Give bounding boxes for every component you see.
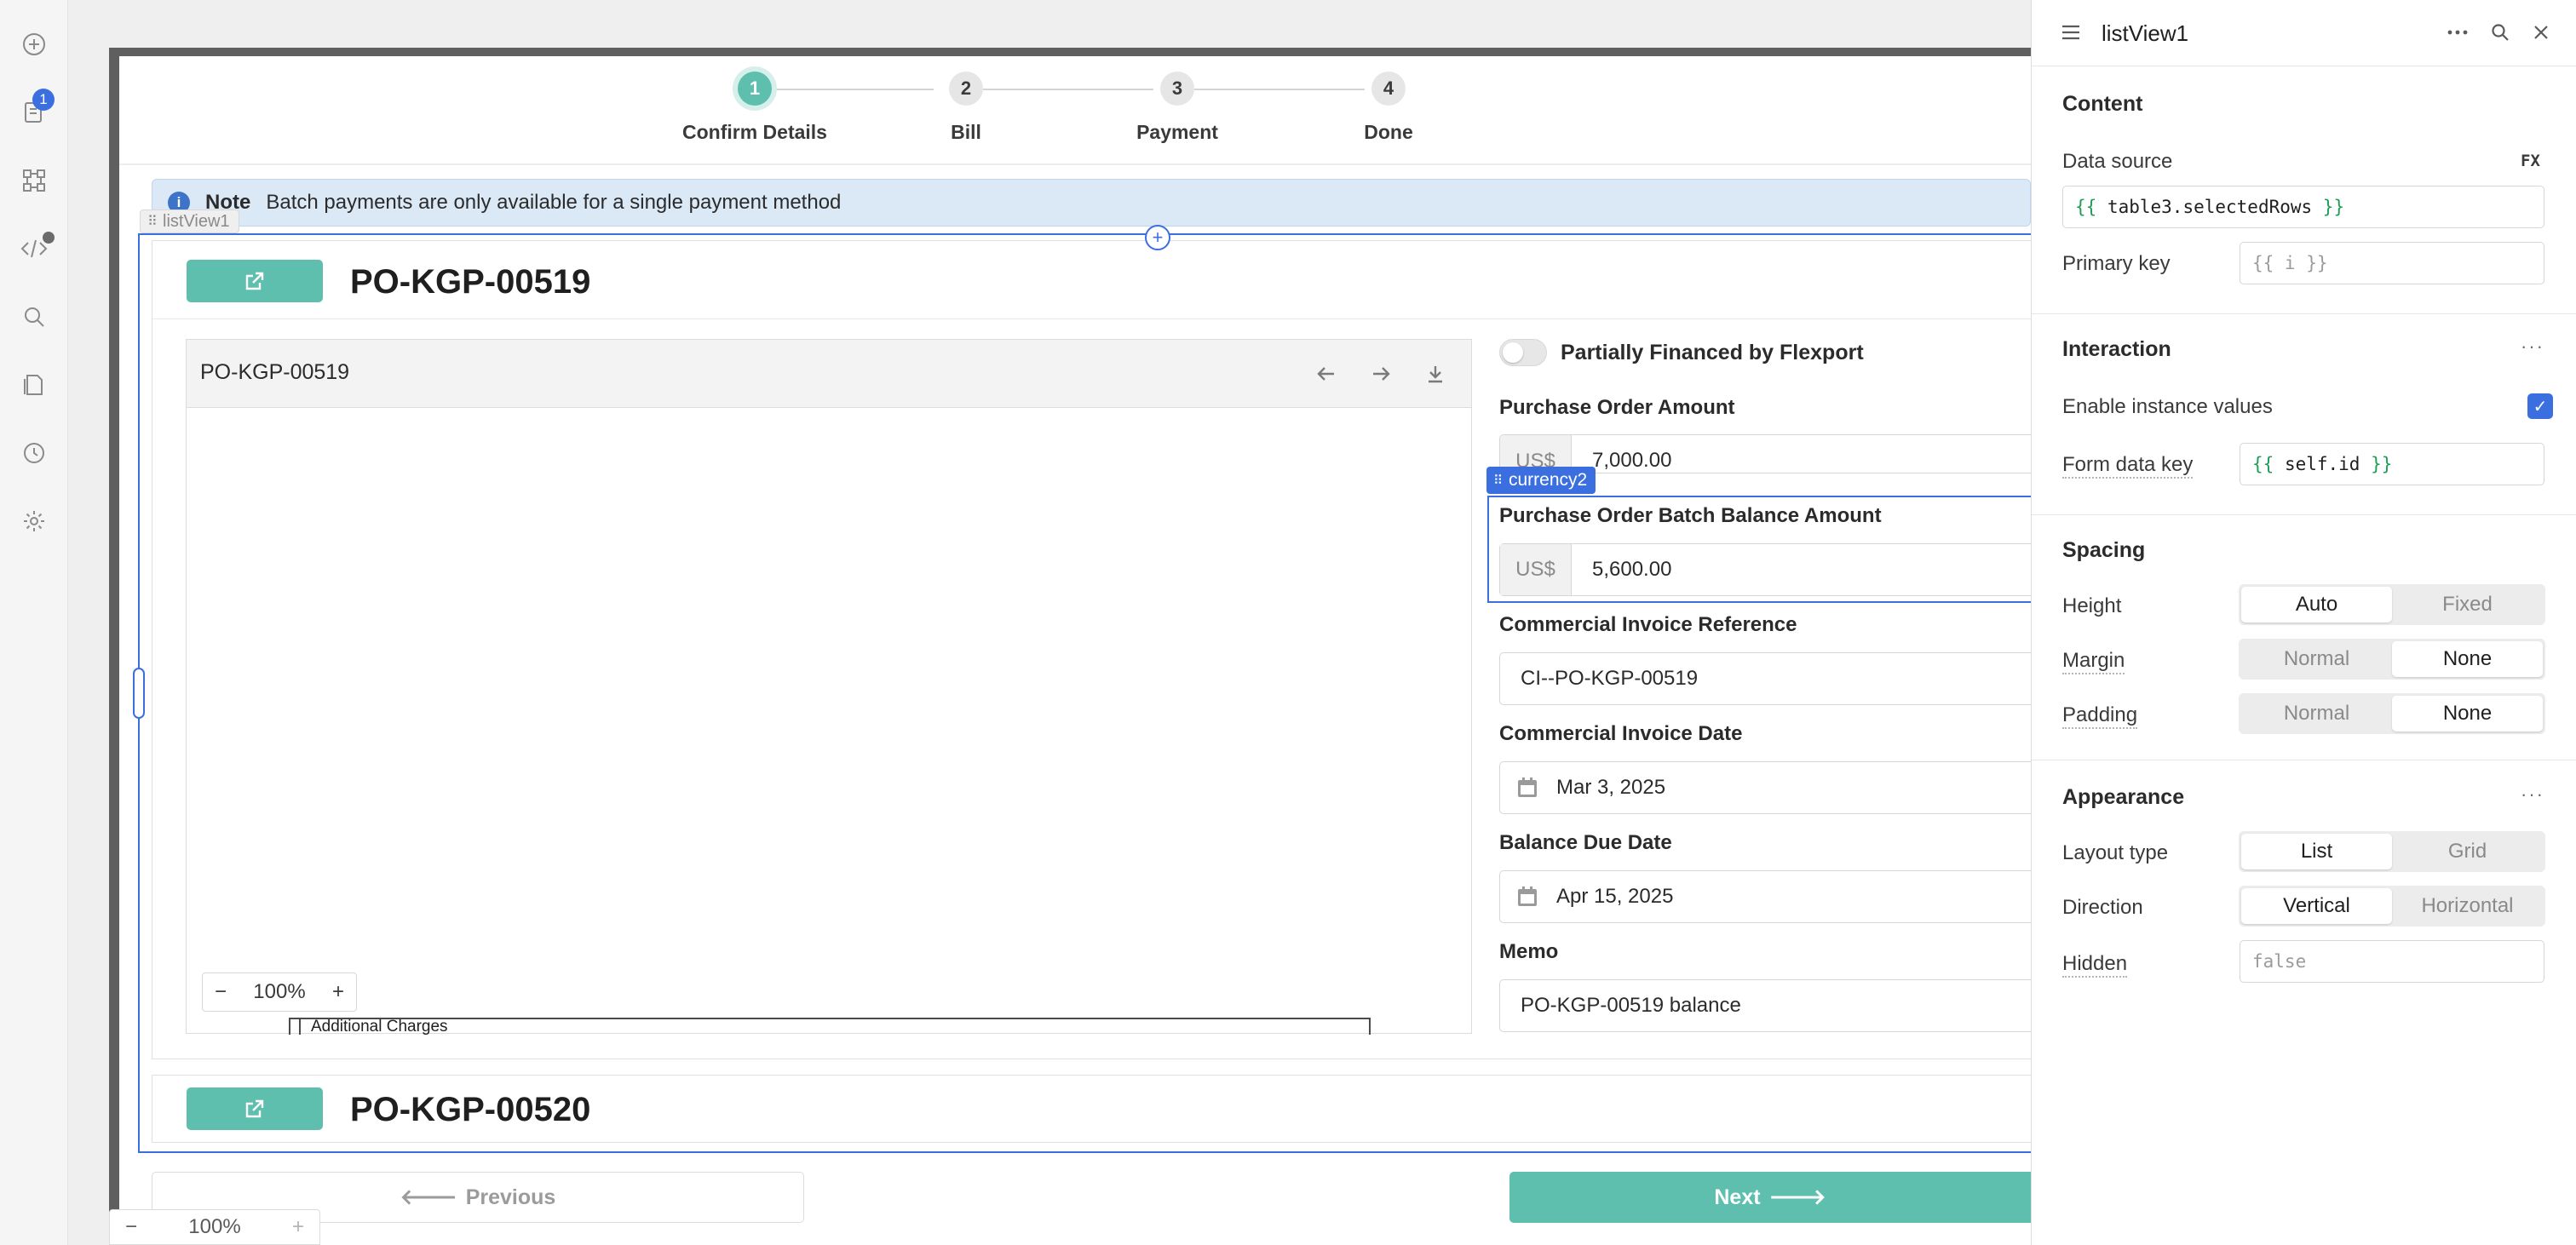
search-icon[interactable] xyxy=(2485,17,2516,48)
canvas-zoom-control: − 100% + xyxy=(109,1209,320,1245)
left-rail: 1 xyxy=(0,0,68,1245)
height-label: Height xyxy=(2062,594,2122,617)
inspector-title: listView1 xyxy=(2102,20,2189,46)
code-icon[interactable] xyxy=(19,232,55,264)
padding-option-normal[interactable]: Normal xyxy=(2241,696,2392,732)
add-icon[interactable] xyxy=(19,29,49,60)
inspector-header: listView1 xyxy=(2032,0,2576,66)
enable-instance-checkbox[interactable]: ✓ xyxy=(2527,393,2553,419)
step-label: Payment xyxy=(1136,121,1218,143)
more-options-icon[interactable] xyxy=(2442,17,2473,48)
appearance-section-title: Appearance xyxy=(2062,785,2185,809)
form-data-key-input[interactable]: {{ self.id }} xyxy=(2240,443,2544,485)
arrow-left-icon: 🡐 xyxy=(400,1185,457,1209)
step-bill[interactable]: 2 Bill xyxy=(864,72,1068,144)
interaction-section-title: Interaction xyxy=(2062,337,2171,361)
more-options-icon[interactable]: ··· xyxy=(2521,783,2544,806)
search-icon[interactable] xyxy=(19,301,49,332)
data-source-value: table3.selectedRows xyxy=(2107,197,2313,217)
previous-label: Previous xyxy=(465,1185,556,1209)
layout-option-grid[interactable]: Grid xyxy=(2392,834,2543,869)
list-view-selection xyxy=(138,233,2031,1153)
arrow-right-icon: 🡒 xyxy=(1768,1185,1826,1209)
margin-option-normal[interactable]: Normal xyxy=(2241,641,2392,677)
step-number: 3 xyxy=(1160,72,1194,106)
next-label: Next xyxy=(1714,1185,1761,1209)
primary-key-label: Primary key xyxy=(2062,252,2171,275)
step-label: Bill xyxy=(951,121,981,143)
history-icon[interactable] xyxy=(19,438,49,468)
hidden-input[interactable]: false xyxy=(2240,940,2544,983)
hidden-label: Hidden xyxy=(2062,952,2128,978)
height-option-auto[interactable]: Auto xyxy=(2241,587,2392,622)
notification-badge: 1 xyxy=(32,89,55,111)
direction-option-horizontal[interactable]: Horizontal xyxy=(2392,888,2543,924)
note-text: Batch payments are only available for a … xyxy=(266,191,842,214)
step-number: 1 xyxy=(738,72,772,106)
zoom-out-icon[interactable]: − xyxy=(125,1215,137,1239)
layout-type-segmented-control: List Grid xyxy=(2239,831,2545,872)
step-confirm-details[interactable]: 1 Confirm Details xyxy=(653,72,857,144)
section-divider xyxy=(2032,313,2576,314)
state-icon[interactable] xyxy=(19,370,49,400)
add-above-icon[interactable]: + xyxy=(1145,225,1170,250)
margin-option-none[interactable]: None xyxy=(2392,641,2543,677)
enable-instance-label: Enable instance values xyxy=(2062,395,2273,418)
direction-segmented-control: Vertical Horizontal xyxy=(2239,886,2545,927)
direction-option-vertical[interactable]: Vertical xyxy=(2241,888,2392,924)
components-icon[interactable] xyxy=(19,165,49,196)
data-source-label: Data source xyxy=(2062,150,2173,173)
settings-gear-icon[interactable] xyxy=(19,506,49,536)
step-payment[interactable]: 3 Payment xyxy=(1075,72,1279,144)
step-label: Done xyxy=(1364,121,1413,143)
padding-label: Padding xyxy=(2062,703,2138,729)
direction-label: Direction xyxy=(2062,896,2143,919)
list-view-tag[interactable]: listView1 xyxy=(140,209,239,233)
spacing-section-title: Spacing xyxy=(2062,538,2146,562)
height-segmented-control: Auto Fixed xyxy=(2239,584,2545,625)
layout-option-list[interactable]: List xyxy=(2241,834,2392,869)
data-source-input[interactable]: {{ table3.selectedRows }} xyxy=(2062,186,2544,228)
more-options-icon[interactable]: ··· xyxy=(2521,336,2544,358)
step-label: Confirm Details xyxy=(682,121,827,143)
zoom-in-icon[interactable]: + xyxy=(292,1215,304,1239)
close-icon[interactable] xyxy=(2526,17,2556,48)
section-divider xyxy=(2032,514,2576,515)
height-option-fixed[interactable]: Fixed xyxy=(2392,587,2543,622)
resize-handle[interactable] xyxy=(133,668,145,719)
padding-option-none[interactable]: None xyxy=(2392,696,2543,732)
step-done[interactable]: 4 Done xyxy=(1286,72,1491,144)
fx-toggle[interactable]: FX xyxy=(2521,152,2540,170)
canvas-zoom-value: 100% xyxy=(188,1215,241,1238)
padding-segmented-control: Normal None xyxy=(2239,693,2545,734)
note-banner: i Note Batch payments are only available… xyxy=(152,179,2031,227)
form-data-key-label: Form data key xyxy=(2062,453,2194,479)
pages-icon[interactable]: 1 xyxy=(19,89,55,128)
layout-type-label: Layout type xyxy=(2062,841,2169,864)
menu-icon[interactable] xyxy=(2056,17,2086,48)
step-number: 2 xyxy=(949,72,983,106)
primary-key-input[interactable]: {{ i }} xyxy=(2240,242,2544,284)
margin-label: Margin xyxy=(2062,649,2125,674)
status-dot xyxy=(43,232,55,244)
form-data-key-value: self.id xyxy=(2284,454,2360,474)
next-button[interactable]: Next 🡒 xyxy=(1509,1172,2031,1223)
margin-segmented-control: Normal None xyxy=(2239,639,2545,680)
step-number: 4 xyxy=(1371,72,1406,106)
content-section-title: Content xyxy=(2062,92,2143,116)
stepper-divider xyxy=(119,164,2031,165)
